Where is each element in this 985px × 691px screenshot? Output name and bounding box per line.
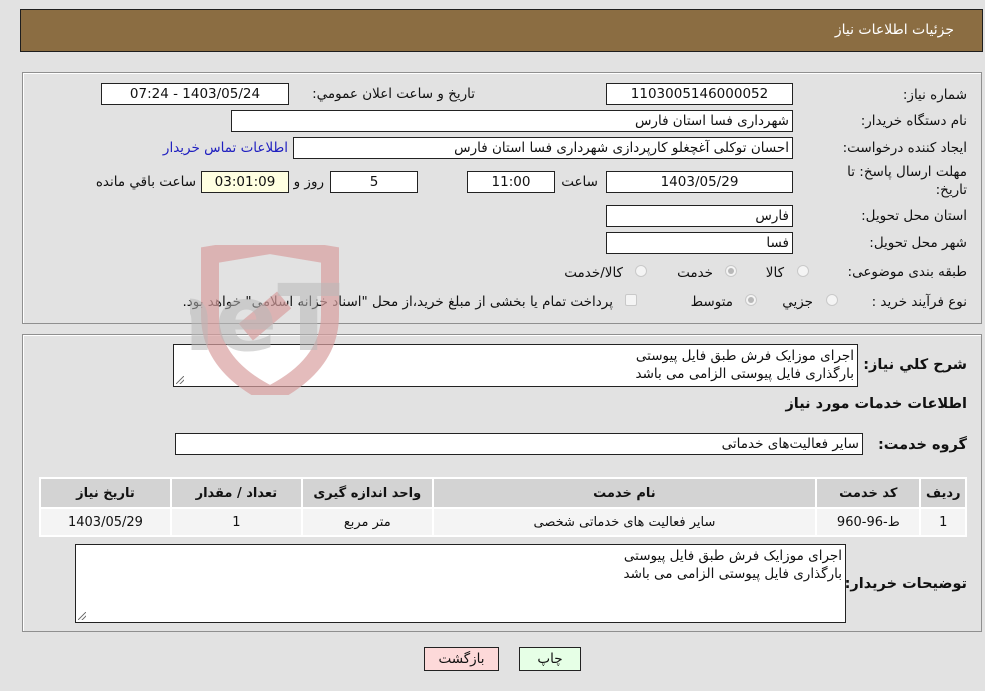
service-group-field: سایر فعالیت‌های خدماتی (175, 433, 863, 455)
category-service-radio[interactable] (725, 265, 737, 277)
deadline-label-date: تاريخ: (935, 182, 967, 198)
deadline-label: مهلت ارسال پاسخ: تا (847, 164, 967, 180)
resize-grip-icon[interactable] (78, 612, 86, 620)
category-goods-radio[interactable] (797, 265, 809, 277)
announce-datetime-field: 1403/05/24 - 07:24 (101, 83, 289, 105)
page-title: جزئیات اطلاعات نیاز (834, 22, 954, 38)
category-label: طبقه بندی موضوعی: (847, 264, 967, 280)
buyer-org-label: نام دستگاه خريدار: (860, 113, 967, 129)
general-desc-label: شرح کلي نياز: (863, 357, 967, 373)
requester-field: احسان توکلی آغچغلو کارپردازی شهرداری فسا… (293, 137, 793, 159)
process-small-label: جزيي (782, 294, 813, 310)
general-desc-line-1: اجرای موزایک فرش طبق فایل پیوستی (635, 348, 854, 364)
deadline-date-field: 1403/05/29 (606, 171, 793, 193)
buyer-notes-label: توضيحات خريدار: (844, 576, 967, 592)
buyer-notes-line-2: بارگذاری فایل پیوستی الزامی می باشد (623, 566, 843, 582)
deadline-time-field: 11:00 (467, 171, 555, 193)
buyer-org-field: شهرداری فسا استان فارس (231, 110, 793, 132)
process-small-radio[interactable] (826, 294, 838, 306)
days-label: روز و (293, 174, 324, 190)
resize-grip-icon[interactable] (176, 376, 184, 384)
buyer-notes-textarea[interactable]: اجرای موزایک فرش طبق فایل پیوستی بارگذار… (75, 544, 846, 623)
process-medium-label: متوسط (690, 294, 733, 310)
table-header-row: رديف کد خدمت نام خدمت واحد اندازه گيری ت… (39, 477, 967, 509)
print-button[interactable]: چاپ (519, 647, 581, 671)
col-unit: واحد اندازه گيری (300, 477, 434, 509)
delivery-city-label: شهر محل تحويل: (869, 235, 967, 251)
treasury-note: پرداخت تمام یا بخشی از مبلغ خرید،از محل … (182, 294, 613, 310)
cell-service-code: ط-96-960 (815, 507, 922, 537)
delivery-province-label: استان محل تحويل: (861, 208, 967, 224)
category-goods-service-label: کالا/خدمت (564, 265, 623, 281)
service-group-label: گروه خدمت: (877, 437, 967, 453)
col-quantity: تعداد / مقدار (169, 477, 303, 509)
general-desc-line-2: بارگذاری فایل پیوستی الزامی می باشد (635, 366, 855, 382)
category-service-label: خدمت (677, 265, 713, 281)
col-service-name: نام خدمت (431, 477, 818, 509)
purchase-process-label: نوع فرآيند خريد : (871, 294, 967, 310)
process-medium-radio[interactable] (745, 294, 757, 306)
cell-need-date: 1403/05/29 (39, 507, 172, 537)
remaining-time-label: ساعت باقي مانده (95, 174, 196, 190)
need-number-field: 1103005146000052 (606, 83, 793, 105)
delivery-city-field: فسا (606, 232, 793, 254)
cell-unit: متر مربع (300, 507, 434, 537)
col-row-number: رديف (919, 477, 967, 509)
category-goods-service-radio[interactable] (635, 265, 647, 277)
back-button[interactable]: بازگشت (424, 647, 499, 671)
cell-quantity: 1 (169, 507, 303, 537)
services-table: رديف کد خدمت نام خدمت واحد اندازه گيری ت… (39, 477, 967, 537)
category-goods-label: کالا (765, 265, 784, 281)
announce-datetime-label: تاريخ و ساعت اعلان عمومي: (312, 86, 475, 102)
cell-service-name: سایر فعالیت های خدماتی شخصی (431, 507, 818, 537)
page-header: جزئیات اطلاعات نیاز (20, 9, 983, 52)
table-row: 1 ط-96-960 سایر فعالیت های خدماتی شخصی م… (39, 507, 967, 537)
col-need-date: تاريخ نياز (39, 477, 172, 509)
treasury-checkbox[interactable] (625, 294, 637, 306)
remaining-time-field: 03:01:09 (201, 171, 289, 193)
col-service-code: کد خدمت (815, 477, 922, 509)
services-heading: اطلاعات خدمات مورد نياز (785, 396, 967, 412)
buyer-contact-link[interactable]: اطلاعات تماس خریدار (163, 140, 288, 156)
need-number-label: شماره نیاز: (902, 87, 967, 103)
requester-label: ايجاد کننده درخواست: (842, 140, 967, 156)
remaining-days-field: 5 (330, 171, 418, 193)
general-desc-textarea[interactable]: اجرای موزایک فرش طبق فایل پیوستی بارگذار… (173, 344, 858, 387)
deadline-time-label: ساعت (561, 174, 598, 190)
cell-row-number: 1 (919, 507, 967, 537)
delivery-province-field: فارس (606, 205, 793, 227)
buyer-notes-line-1: اجرای موزایک فرش طبق فایل پیوستی (623, 548, 842, 564)
